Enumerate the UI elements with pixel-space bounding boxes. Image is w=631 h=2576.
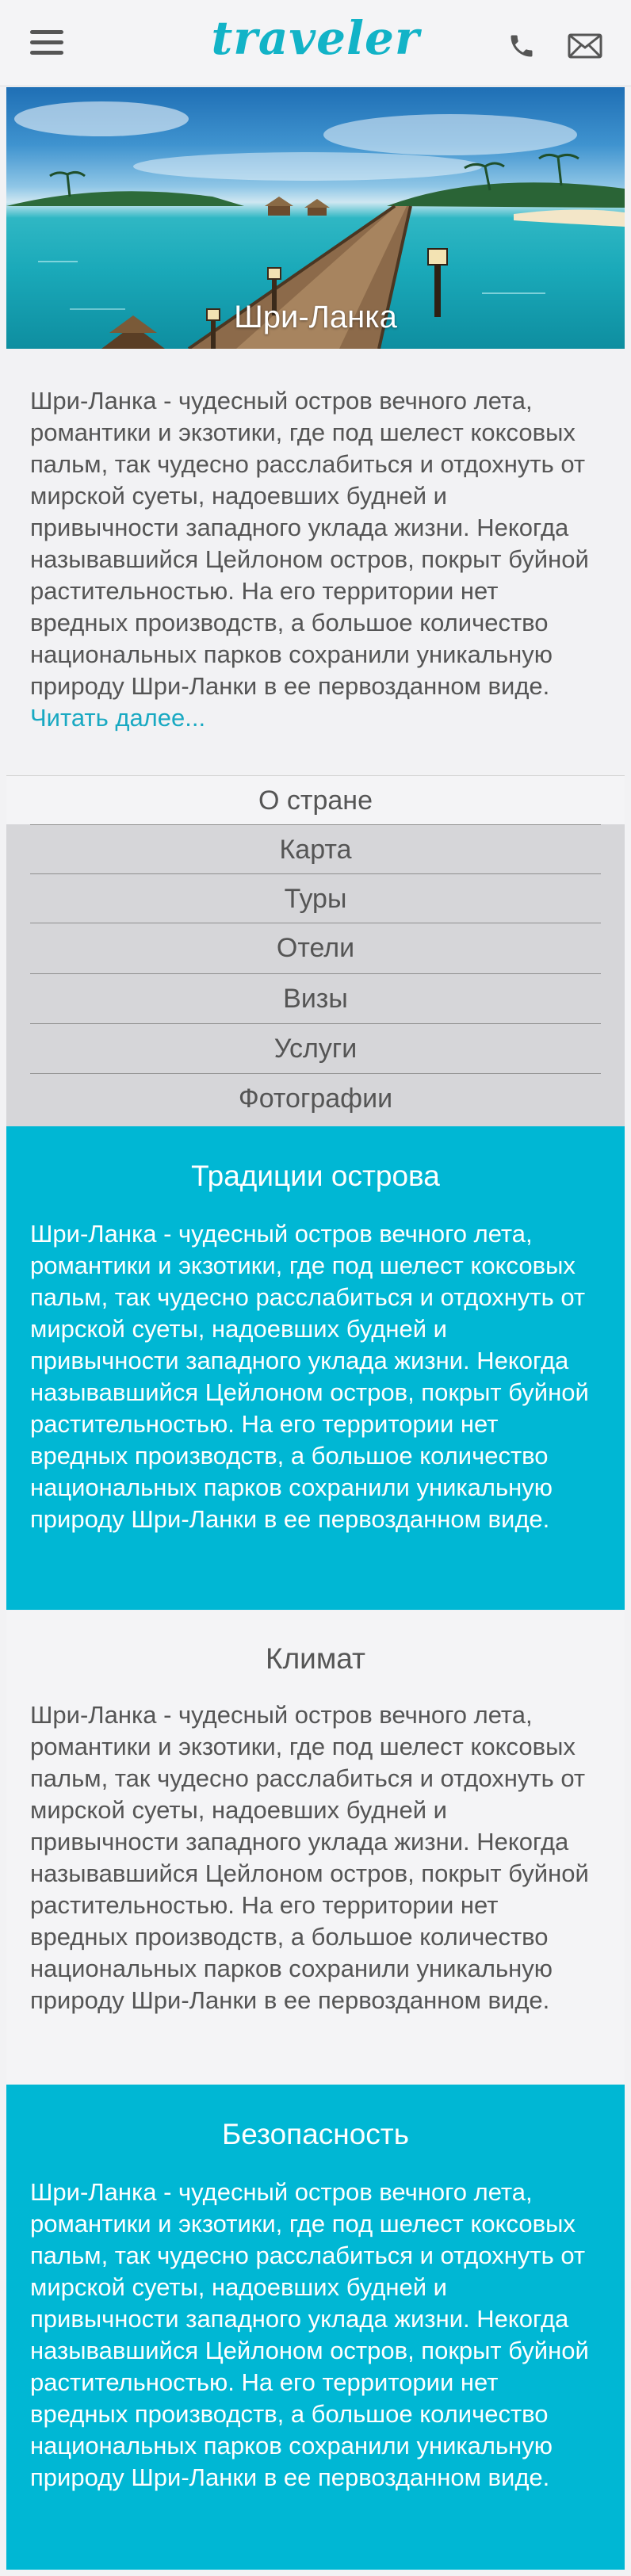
section-safety: Безопасность Шри-Ланка - чудесный остров… xyxy=(6,2085,625,2570)
hero-title: Шри-Ланка xyxy=(234,300,397,334)
logo[interactable]: traveler xyxy=(0,11,631,65)
nav-item-about-country[interactable]: О стране xyxy=(6,775,625,825)
section-text: Шри-Ланка - чудесный остров вечного лета… xyxy=(30,1220,589,1533)
intro-paragraph: Шри-Ланка - чудесный остров вечного лета… xyxy=(30,387,589,700)
section-title: Традиции острова xyxy=(191,1160,440,1192)
header: traveler xyxy=(0,0,631,86)
nav-item-tours[interactable]: Туры xyxy=(30,873,601,923)
intro-text: Шри-Ланка - чудесный остров вечного лета… xyxy=(30,385,601,734)
section-text: Шри-Ланка - чудесный остров вечного лета… xyxy=(30,1701,589,2014)
nav-item-visas[interactable]: Визы xyxy=(30,973,601,1023)
section-title: Безопасность xyxy=(221,2118,410,2150)
nav-menu: Карта Туры Отели Визы Услуги Фотографии xyxy=(6,824,625,1126)
nav-item-services[interactable]: Услуги xyxy=(30,1023,601,1073)
mail-icon[interactable] xyxy=(568,33,602,59)
section-title: Климат xyxy=(266,1642,365,1675)
phone-icon[interactable] xyxy=(507,32,536,60)
read-more-link[interactable]: Читать далее... xyxy=(30,704,205,732)
nav-item-hotels[interactable]: Отели xyxy=(30,923,601,973)
nav-item-map[interactable]: Карта xyxy=(30,824,601,874)
section-climate: Климат Шри-Ланка - чудесный остров вечно… xyxy=(6,1611,625,2085)
nav-item-photos[interactable]: Фотографии xyxy=(30,1073,601,1123)
section-traditions: Традиции острова Шри-Ланка - чудесный ос… xyxy=(6,1126,625,1610)
section-text: Шри-Ланка - чудесный остров вечного лета… xyxy=(30,2178,589,2491)
hero-image: Шри-Ланка xyxy=(6,87,625,349)
